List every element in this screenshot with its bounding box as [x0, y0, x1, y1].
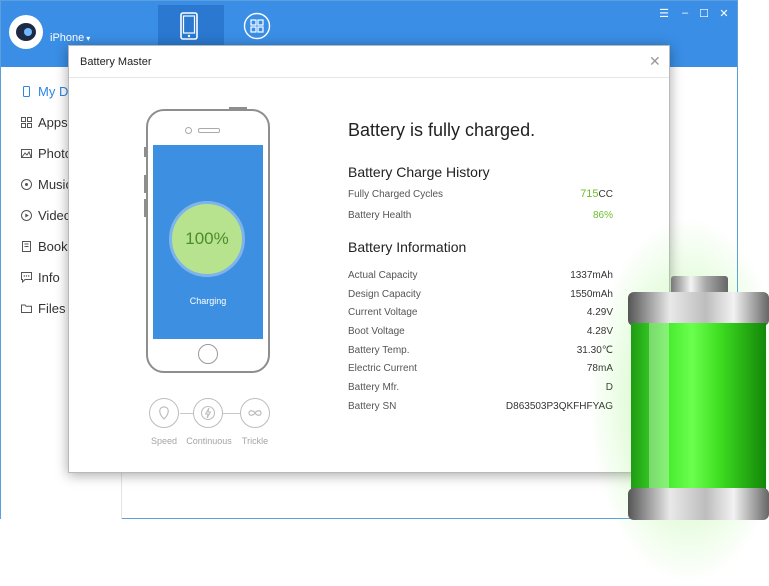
sidebar-item-books[interactable]: Books	[21, 235, 74, 257]
photo-icon	[21, 148, 32, 158]
dialog-title-bar: Battery Master ✕	[69, 46, 669, 78]
close-icon[interactable]: ✕	[649, 53, 661, 70]
grid-icon	[243, 12, 271, 40]
phone-speaker	[198, 128, 220, 133]
info-label: Design Capacity	[348, 289, 421, 300]
menu-icon[interactable]: ☰	[657, 7, 671, 20]
mode-speed	[149, 398, 179, 428]
sidebar-item-files[interactable]: Files	[21, 297, 65, 319]
info-label: Actual Capacity	[348, 270, 418, 281]
info-label: Battery Mfr.	[348, 382, 400, 393]
maximize-icon[interactable]: ☐	[697, 7, 711, 20]
info-label: Boot Voltage	[348, 326, 405, 337]
apps-icon	[21, 116, 32, 128]
sidebar-item-label: Apps	[38, 114, 68, 130]
sidebar-item-label: Files	[38, 300, 66, 316]
sidebar-item-photos[interactable]: Photo	[21, 142, 72, 164]
mode-connector	[222, 413, 242, 414]
phone-icon	[180, 12, 198, 40]
speed-icon	[159, 406, 169, 420]
cycles-value: 715CC	[499, 188, 613, 200]
battery-graphic-top	[628, 292, 769, 326]
sidebar-item-apps[interactable]: Apps	[21, 111, 68, 133]
battery-graphic-bottom	[628, 488, 769, 520]
battery-percent: 100%	[169, 201, 245, 277]
sidebar-item-label: Video	[38, 207, 72, 223]
battery-graphic-icon	[631, 323, 766, 491]
charging-status: Charging	[189, 296, 227, 306]
mode-continuous-label: Continuous	[186, 436, 232, 446]
mode-continuous	[193, 398, 223, 428]
cycles-unit: CC	[598, 189, 613, 200]
phone-volume-down-button	[144, 199, 147, 217]
phone-side-button	[144, 147, 147, 157]
close-icon[interactable]: ✕	[717, 7, 731, 20]
folder-icon	[21, 304, 32, 313]
phone-volume-up-button	[144, 175, 147, 193]
tab-my-device[interactable]	[158, 5, 224, 45]
sidebar-item-info[interactable]: Info	[21, 266, 60, 288]
video-icon	[21, 209, 32, 221]
sidebar-item-label: Music	[38, 176, 72, 192]
sidebar-item-label: Photo	[38, 145, 72, 161]
phone-home-button	[198, 344, 218, 364]
device-selector[interactable]: iPhone ▾	[50, 32, 90, 44]
tab-toolbox[interactable]	[224, 5, 290, 45]
mode-trickle	[240, 398, 270, 428]
phone-illustration: 100% Charging	[144, 107, 270, 373]
cycles-number: 715	[580, 188, 599, 200]
music-icon	[21, 178, 32, 190]
info-label: Current Voltage	[348, 307, 418, 318]
mode-trickle-label: Trickle	[241, 436, 269, 446]
phone-power-button	[229, 107, 247, 110]
cycles-label: Fully Charged Cycles	[348, 189, 444, 200]
chevron-down-icon: ▾	[86, 34, 91, 43]
minimize-icon[interactable]: –	[678, 7, 692, 19]
mode-speed-label: Speed	[150, 436, 178, 446]
charge-history-title: Battery Charge History	[348, 164, 490, 180]
sidebar-item-video[interactable]: Video	[21, 204, 71, 226]
phone-camera	[185, 127, 192, 134]
info-label: Battery Temp.	[348, 345, 410, 356]
battery-master-dialog: Battery Master ✕ 100% Charging Speed Con…	[68, 45, 670, 473]
sidebar-item-music[interactable]: Music	[21, 173, 72, 195]
lightning-icon	[200, 405, 216, 421]
phone-screen: 100% Charging	[153, 145, 263, 339]
info-label: Electric Current	[348, 363, 417, 374]
sidebar-item-label: Info	[38, 269, 60, 285]
info-label: Battery SN	[348, 401, 397, 412]
book-icon	[22, 240, 31, 252]
health-label: Battery Health	[348, 210, 412, 221]
battery-status-headline: Battery is fully charged.	[348, 120, 536, 140]
dialog-title: Battery Master	[80, 56, 152, 68]
app-logo	[9, 15, 43, 49]
device-name-label: iPhone	[50, 32, 85, 44]
info-icon	[21, 271, 32, 283]
infinity-icon	[248, 410, 262, 416]
phone-icon	[23, 85, 30, 97]
battery-information-title: Battery Information	[348, 239, 467, 255]
